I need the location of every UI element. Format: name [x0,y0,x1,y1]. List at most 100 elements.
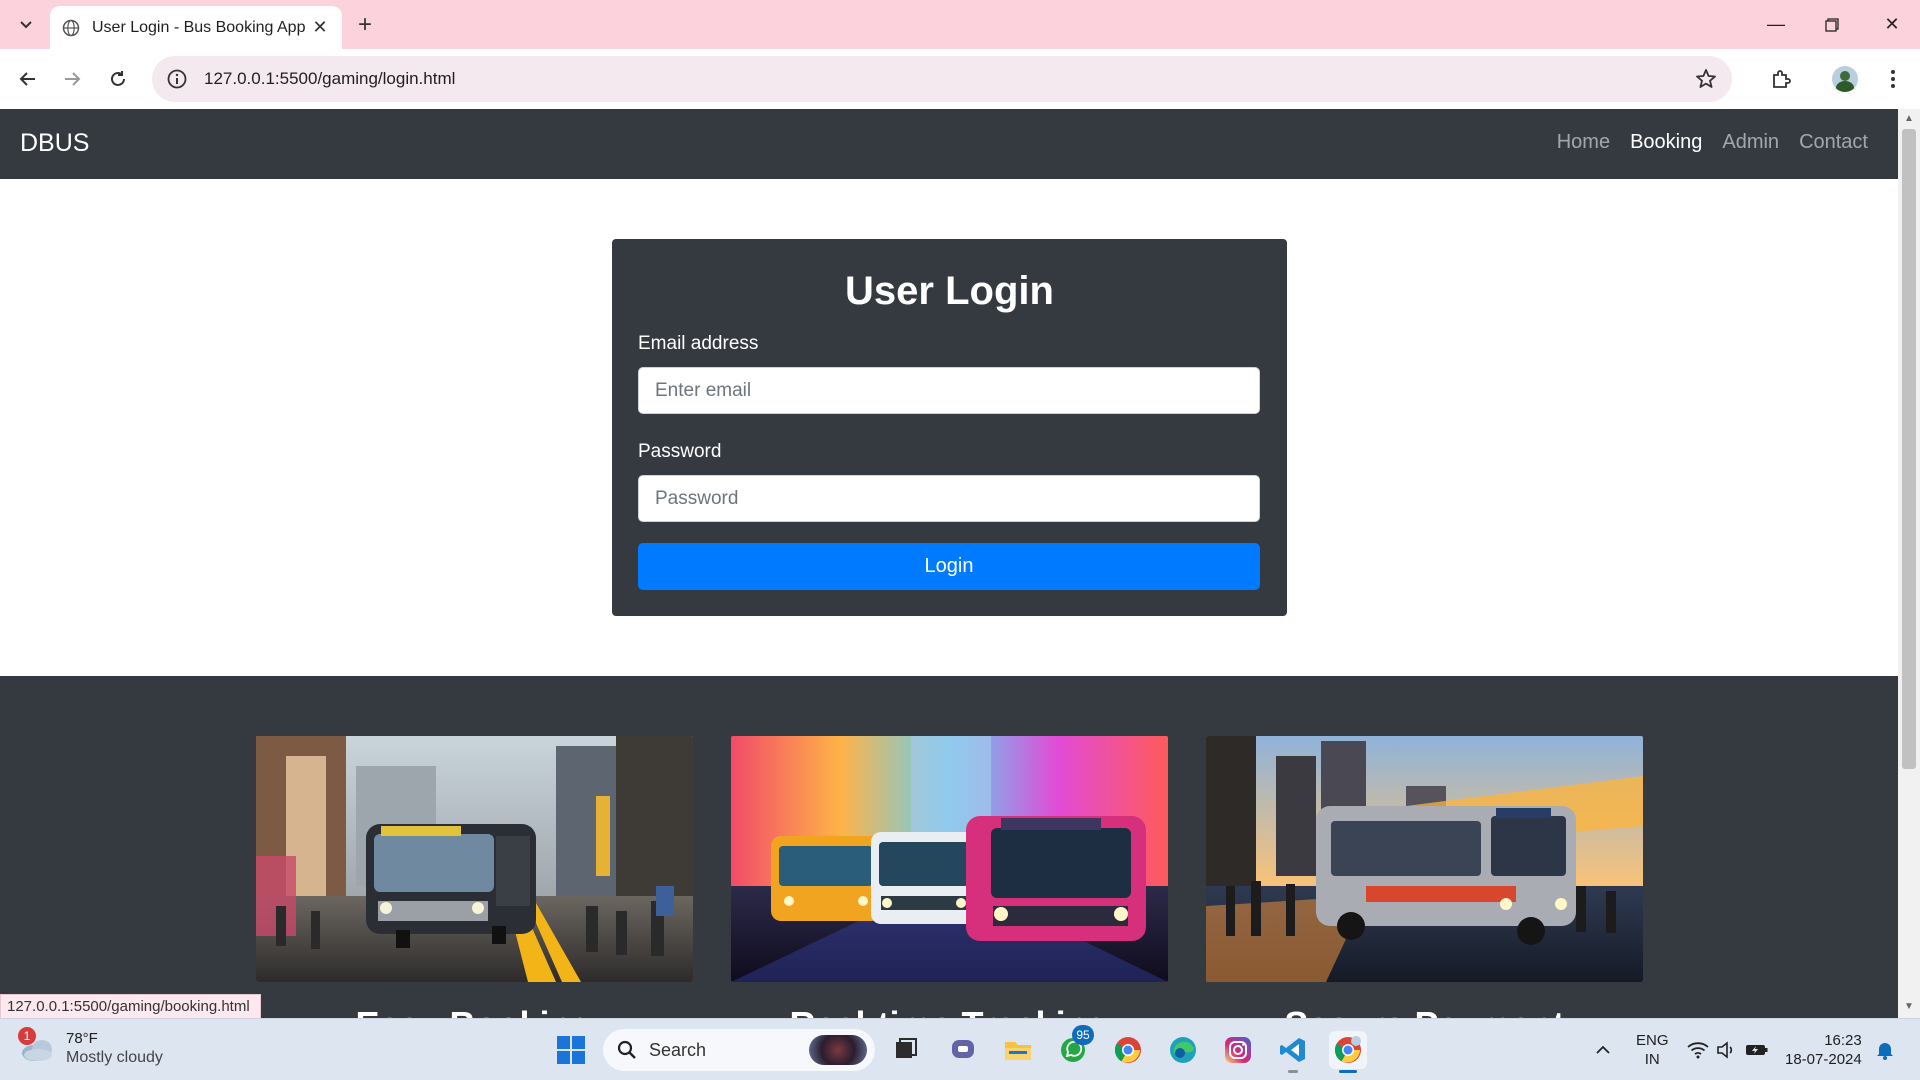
search-label: Search [649,1039,707,1060]
show-hidden-icons-button[interactable] [1584,1031,1622,1069]
tab-search-button[interactable] [12,10,40,38]
feature-caption: Easy Booking [256,1004,693,1018]
site-brand[interactable]: DBUS [20,129,89,158]
bookmark-star-icon[interactable] [1694,67,1718,91]
language-code: ENG [1636,1032,1669,1049]
buses-neon-image [731,736,1168,982]
search-highlight-image [809,1035,867,1065]
chevron-up-icon [1596,1045,1610,1054]
restore-icon [1825,17,1839,32]
scrollbar-thumb[interactable] [1902,129,1916,769]
browser-toolbar: 127.0.0.1:5500/gaming/login.html [0,49,1920,109]
feature-card: Secure Payment [1206,736,1643,1018]
tab-title: User Login - Bus Booking App [92,18,306,36]
nav-link-booking[interactable]: Booking [1630,131,1702,154]
teams-chat-icon [952,1040,974,1058]
start-button[interactable] [552,1031,590,1069]
more-vertical-icon [1891,70,1895,88]
chevron-down-icon [20,21,32,29]
scroll-down-arrow-icon[interactable]: ▼ [1903,1001,1915,1013]
taskbar-app-edge[interactable] [1164,1031,1202,1069]
system-clock[interactable]: 16:23 18-07-2024 [1785,1031,1862,1069]
feature-caption: Secure Payment [1206,1004,1643,1018]
puzzle-icon [1773,70,1791,88]
taskbar-app-file-explorer[interactable] [999,1031,1037,1069]
taskbar-app-instagram[interactable] [1219,1031,1257,1069]
password-label: Password [638,441,722,462]
windows-taskbar: 1 78°F Mostly cloudy Search 95 ENG IN 16… [0,1018,1920,1080]
weather-widget[interactable]: 1 78°F Mostly cloudy [18,1026,163,1068]
email-label: Email address [638,333,759,354]
edge-icon [1170,1037,1196,1063]
taskbar-app-whatsapp[interactable]: 95 [1054,1025,1094,1069]
close-tab-icon[interactable]: ✕ [310,17,330,38]
nav-link-contact[interactable]: Contact [1799,131,1868,154]
extensions-button[interactable] [1765,63,1797,95]
windows-logo-icon [557,1036,585,1064]
page-scrollbar[interactable]: ▲ ▼ [1898,109,1920,1018]
feature-card: Real-time Tracking [731,736,1168,1018]
url-text: 127.0.0.1:5500/gaming/login.html [204,69,456,88]
battery-status[interactable] [1738,1031,1776,1069]
vscode-icon [1280,1038,1305,1062]
chrome-profile-icon [1334,1036,1361,1063]
browser-menu-button[interactable] [1877,63,1909,95]
nav-link-admin[interactable]: Admin [1722,131,1779,154]
taskbar-search[interactable]: Search [603,1029,875,1071]
region-code: IN [1644,1051,1660,1068]
reload-button[interactable] [102,63,134,95]
restore-button[interactable] [1804,0,1860,49]
email-field[interactable] [638,367,1260,414]
clock-date: 18-07-2024 [1785,1051,1862,1068]
taskbar-app-chrome[interactable] [1109,1031,1147,1069]
wifi-icon [1687,1042,1709,1059]
battery-charging-icon [1746,1045,1768,1055]
taskbar-app-teams[interactable] [944,1031,982,1069]
nav-links: Home Booking Admin Contact [1557,131,1868,154]
forward-button[interactable] [56,63,88,95]
password-field[interactable] [638,475,1260,522]
login-title: User Login [845,269,1054,313]
running-indicator [1288,1070,1298,1073]
scroll-up-arrow-icon[interactable]: ▲ [1903,113,1915,125]
site-info-icon[interactable] [166,68,188,90]
features-section: Easy Booking [0,676,1898,1018]
clock-time: 16:23 [1824,1032,1862,1049]
search-icon [617,1040,636,1059]
address-bar[interactable]: 127.0.0.1:5500/gaming/login.html [152,56,1732,102]
back-button[interactable] [12,63,44,95]
bus-sunset-station-image [1206,736,1643,982]
instagram-icon [1225,1037,1251,1063]
weather-temperature: 78°F [66,1030,98,1047]
weather-alert-badge: 1 [18,1026,36,1045]
login-card: User Login Email address Password Login [612,239,1287,616]
browser-tab-active[interactable]: User Login - Bus Booking App ✕ [50,6,342,49]
whatsapp-unread-badge: 95 [1072,1025,1094,1045]
input-language-indicator[interactable]: ENG IN [1636,1031,1669,1069]
chrome-icon [1114,1037,1141,1063]
taskbar-app-taskview[interactable] [887,1031,925,1069]
globe-icon [62,19,80,36]
active-indicator [1339,1070,1357,1073]
page-viewport: DBUS Home Booking Admin Contact User Log… [0,109,1898,1018]
avatar [1832,66,1858,92]
reload-icon [111,71,125,86]
login-button[interactable]: Login [638,543,1260,590]
folder-icon [1005,1042,1031,1060]
arrow-right-icon [65,72,81,86]
bell-icon [1877,1043,1893,1060]
weather-condition: Mostly cloudy [66,1049,163,1066]
site-navbar: DBUS Home Booking Admin Contact [0,109,1898,179]
profile-avatar[interactable] [1829,63,1861,95]
nav-link-home[interactable]: Home [1557,131,1610,154]
taskbar-app-chrome-active[interactable] [1329,1031,1367,1073]
new-tab-button[interactable]: + [352,11,378,38]
taskbar-app-vscode[interactable] [1274,1031,1312,1073]
task-view-icon [896,1038,917,1058]
close-window-button[interactable]: ✕ [1864,0,1920,49]
cloud-icon: 1 [18,1026,56,1063]
notifications-button[interactable] [1866,1031,1904,1069]
speaker-icon [1717,1041,1733,1059]
link-status-bubble: 127.0.0.1:5500/gaming/booking.html [0,994,261,1018]
minimize-button[interactable]: — [1748,0,1804,49]
